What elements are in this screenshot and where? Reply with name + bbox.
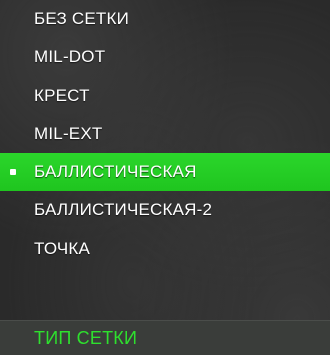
menu-item-label: КРЕСТ — [34, 85, 90, 105]
menu-item-cross[interactable]: КРЕСТ — [0, 77, 330, 115]
menu-item-label: БАЛЛИСТИЧЕСКАЯ-2 — [34, 200, 213, 220]
menu-footer: ТИП СЕТКИ — [0, 320, 330, 355]
reticle-type-menu: БЕЗ СЕТКИ MIL-DOT КРЕСТ MIL-EXT БАЛЛИСТИ… — [0, 0, 330, 355]
menu-item-label: БЕЗ СЕТКИ — [34, 9, 130, 28]
menu-empty-area — [0, 268, 330, 320]
menu-item-no-grid[interactable]: БЕЗ СЕТКИ — [0, 0, 330, 38]
menu-list: БЕЗ СЕТКИ MIL-DOT КРЕСТ MIL-EXT БАЛЛИСТИ… — [0, 0, 330, 268]
menu-item-ballistic-2[interactable]: БАЛЛИСТИЧЕСКАЯ-2 — [0, 191, 330, 229]
menu-item-mil-ext[interactable]: MIL-EXT — [0, 115, 330, 153]
menu-item-label: БАЛЛИСТИЧЕСКАЯ — [34, 162, 197, 182]
menu-item-mil-dot[interactable]: MIL-DOT — [0, 38, 330, 76]
menu-item-label: MIL-EXT — [34, 123, 103, 143]
menu-item-label: MIL-DOT — [34, 47, 106, 67]
selected-indicator-icon — [10, 169, 16, 176]
menu-item-label: ТОЧКА — [34, 238, 91, 258]
menu-item-ballistic[interactable]: БАЛЛИСТИЧЕСКАЯ — [0, 153, 330, 192]
menu-title: ТИП СЕТКИ — [34, 328, 138, 348]
menu-item-dot[interactable]: ТОЧКА — [0, 230, 330, 268]
